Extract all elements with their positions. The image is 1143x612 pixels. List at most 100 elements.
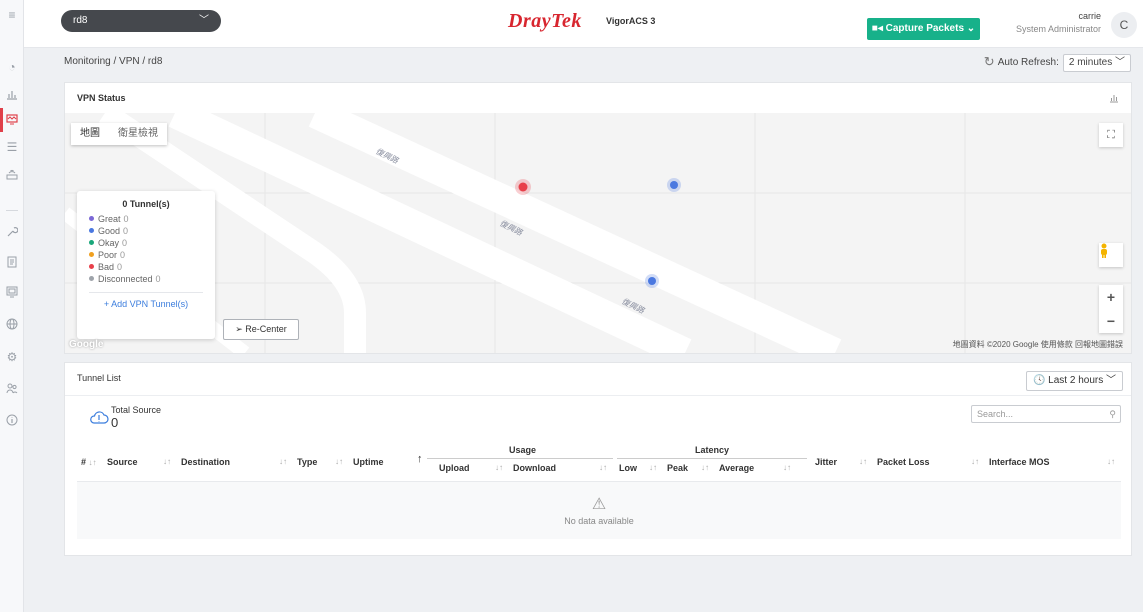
refresh-icon[interactable]: ↻: [984, 54, 995, 69]
dashboard-icon[interactable]: ◔: [5, 60, 19, 74]
sort-icon[interactable]: ↓↑: [783, 463, 791, 472]
sort-icon[interactable]: ↓↑: [859, 457, 867, 466]
fullscreen-icon[interactable]: ⛶: [1099, 123, 1123, 147]
re-center-button[interactable]: ➢ Re-Center: [223, 319, 299, 340]
vpn-status-panel: VPN Status 復興路 復興路 復興路 地圖 衛星檢視 0 Tunnel(…: [64, 82, 1132, 354]
col-download-label: Download: [513, 463, 556, 473]
draytek-logo: DrayTek VigorACS 3: [508, 10, 655, 36]
report-icon[interactable]: [5, 256, 19, 270]
col-type[interactable]: Type: [297, 457, 317, 467]
col-group-usage: Usage: [509, 445, 537, 455]
legend-item-disconnected: Disconnected 0: [89, 273, 203, 285]
map-type-satellite[interactable]: 衛星檢視: [109, 123, 167, 145]
avatar[interactable]: C: [1111, 12, 1137, 38]
col-jitter[interactable]: Jitter: [815, 457, 837, 467]
video-camera-icon: ■◂: [871, 23, 886, 34]
sort-icon[interactable]: ↓↑: [701, 463, 709, 472]
col-index[interactable]: # ↓↑: [81, 457, 102, 467]
tunnel-list-panel: Tunnel List 🕓 Last 2 hours ﹀ Total Sourc…: [64, 362, 1132, 556]
col-interface-mos[interactable]: Interface MOS: [989, 457, 1050, 467]
tunnel-count: 0 Tunnel(s): [122, 199, 170, 209]
sort-icon: ↓↑: [88, 458, 97, 467]
sort-icon[interactable]: ↓↑: [599, 463, 607, 472]
col-packet-loss-label: Packet Loss: [877, 457, 930, 467]
sort-icon[interactable]: ↓↑: [163, 457, 171, 466]
bar-chart-icon[interactable]: [1109, 93, 1119, 106]
col-source[interactable]: Source: [107, 457, 138, 467]
legend-label: Good: [98, 226, 121, 236]
table-header: # ↓↑ Source ↓↑ Destination ↓↑ Type ↓↑ Up…: [77, 441, 1121, 479]
time-range-select[interactable]: 🕓 Last 2 hours ﹀: [1025, 371, 1123, 391]
clock-icon: 🕓: [1032, 375, 1049, 386]
vpn-map[interactable]: 復興路 復興路 復興路 地圖 衛星檢視 0 Tunnel(s) Great 0 G…: [65, 113, 1131, 353]
col-download[interactable]: Download: [513, 463, 556, 473]
monitor-icon[interactable]: [5, 113, 19, 127]
logo-product: VigorACS 3: [606, 16, 656, 26]
map-copyright[interactable]: 地圖資料 ©2020 Google 使用條款 回報地圖錯誤: [953, 339, 1123, 350]
legend-item-great: Great 0: [89, 213, 203, 225]
zoom-in-button[interactable]: +: [1099, 285, 1123, 309]
device-selector[interactable]: rd8 ﹀: [61, 10, 221, 32]
legend-count: 0: [123, 214, 129, 224]
chart-icon[interactable]: [5, 88, 19, 102]
legend-label: Great: [98, 214, 121, 224]
col-jitter-label: Jitter: [815, 457, 838, 467]
col-peak[interactable]: Peak: [667, 463, 688, 473]
cloud-icon: [90, 411, 109, 424]
capture-packets-button[interactable]: ■◂ Capture Packets ⌄: [867, 18, 980, 40]
wrench-icon[interactable]: [5, 226, 19, 240]
col-low[interactable]: Low: [619, 463, 637, 473]
globe-icon[interactable]: [5, 318, 19, 332]
map-marker-good[interactable]: [670, 181, 678, 189]
legend-count: 0: [155, 274, 161, 284]
vpn-status-title: VPN Status: [77, 93, 126, 103]
map-roads: 復興路 復興路 復興路: [65, 113, 1131, 353]
col-average[interactable]: Average: [719, 463, 754, 473]
map-type-toggle: 地圖 衛星檢視: [71, 123, 167, 145]
map-marker-bad[interactable]: [518, 182, 528, 192]
chevron-down-icon: ﹀: [1115, 57, 1125, 68]
legend-item-okay: Okay 0: [89, 237, 203, 249]
search-input[interactable]: Search... ⚲: [971, 405, 1121, 423]
col-destination-label: Destination: [181, 457, 231, 467]
col-uptime-label: Uptime: [353, 457, 384, 467]
sort-asc-icon[interactable]: ↑: [417, 453, 423, 465]
info-icon[interactable]: [5, 414, 19, 428]
col-average-label: Average: [719, 463, 755, 473]
table-body: ⚠ No data available: [77, 481, 1121, 539]
legend-count: 0: [122, 238, 128, 248]
divider: [65, 395, 1131, 396]
sort-icon[interactable]: ↓↑: [495, 463, 503, 472]
map-type-map[interactable]: 地圖: [71, 123, 109, 145]
col-upload[interactable]: Upload: [439, 463, 470, 473]
sort-icon[interactable]: ↓↑: [971, 457, 979, 466]
add-vpn-tunnel-link[interactable]: + Add VPN Tunnel(s): [89, 299, 203, 309]
tunnel-legend: 0 Tunnel(s) Great 0 Good 0 Okay 0 Poor 0 Bad…: [77, 191, 215, 339]
col-uptime[interactable]: Uptime: [353, 457, 384, 467]
users-icon[interactable]: [5, 382, 19, 396]
sort-icon[interactable]: ↓↑: [279, 457, 287, 466]
sort-icon[interactable]: ↓↑: [1107, 457, 1115, 466]
user-info[interactable]: carrie System Administrator: [1016, 10, 1101, 36]
sliders-icon[interactable]: ☰: [5, 140, 19, 154]
col-destination[interactable]: Destination: [181, 457, 230, 467]
auto-refresh-select[interactable]: 2 minutes ﹀: [1062, 54, 1131, 72]
screen-icon[interactable]: [5, 286, 19, 300]
hamburger-icon[interactable]: ≡: [5, 8, 19, 22]
sort-icon[interactable]: ↓↑: [649, 463, 657, 472]
re-center-label: Re-Center: [245, 324, 287, 334]
col-peak-label: Peak: [667, 463, 689, 473]
col-packet-loss[interactable]: Packet Loss: [877, 457, 930, 467]
google-watermark: Google: [69, 339, 104, 350]
zoom-out-button[interactable]: −: [1099, 309, 1123, 333]
col-source-label: Source: [107, 457, 138, 467]
map-marker-good[interactable]: [648, 277, 656, 285]
gear-icon[interactable]: ⚙: [5, 350, 19, 364]
legend-label: Poor: [98, 250, 118, 260]
warning-triangle-icon: ⚠: [591, 496, 607, 513]
breadcrumb: Monitoring / VPN / rd8: [64, 56, 163, 67]
router-icon[interactable]: [5, 168, 19, 182]
time-range-value: Last 2 hours: [1048, 375, 1104, 386]
street-view-pegman-icon[interactable]: [1099, 243, 1123, 267]
sort-icon[interactable]: ↓↑: [335, 457, 343, 466]
